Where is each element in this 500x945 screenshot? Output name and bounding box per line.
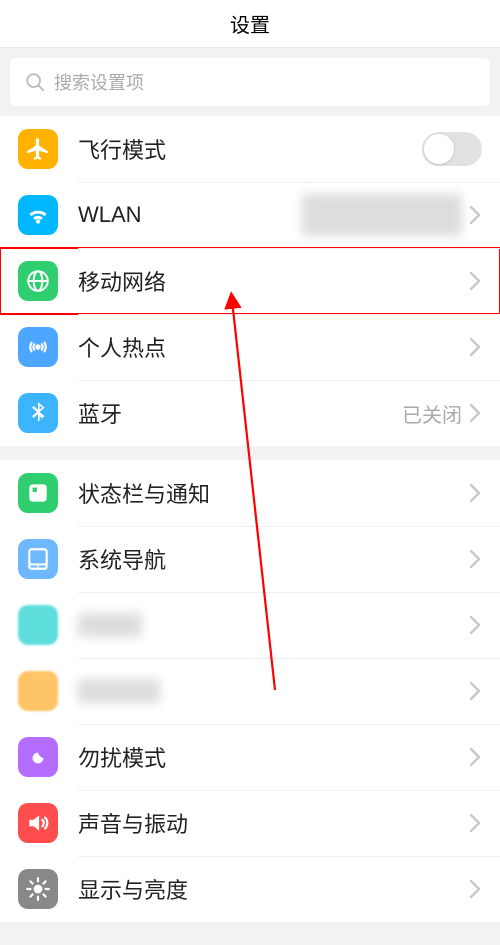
settings-row-blur2[interactable]: [0, 658, 500, 724]
bluetooth-icon: [18, 393, 58, 433]
settings-row-display[interactable]: 显示与亮度: [0, 856, 500, 922]
settings-row-hotspot[interactable]: 个人热点: [0, 314, 500, 380]
settings-row-dnd[interactable]: 勿扰模式: [0, 724, 500, 790]
row-label: 飞行模式: [78, 133, 422, 165]
settings-row-bluetooth[interactable]: 蓝牙已关闭: [0, 380, 500, 446]
row-value-blurred: [302, 194, 462, 236]
blur2-icon: [18, 671, 58, 711]
chevron-right-icon: [468, 615, 482, 635]
chevron-right-icon: [468, 549, 482, 569]
sound-icon: [18, 803, 58, 843]
row-label: [78, 613, 468, 637]
header: 设置: [0, 0, 500, 48]
settings-row-airplane[interactable]: 飞行模式: [0, 116, 500, 182]
settings-row-mobile-network[interactable]: 移动网络: [0, 248, 500, 314]
mobile-network-icon: [18, 261, 58, 301]
display-icon: [18, 869, 58, 909]
search-container: 搜索设置项: [0, 48, 500, 116]
settings-row-blur1[interactable]: [0, 592, 500, 658]
search-placeholder: 搜索设置项: [54, 69, 144, 95]
hotspot-icon: [18, 327, 58, 367]
chevron-right-icon: [468, 879, 482, 899]
row-label: [78, 679, 468, 703]
chevron-right-icon: [468, 813, 482, 833]
row-label: 移动网络: [78, 265, 468, 297]
settings-group: 状态栏与通知系统导航勿扰模式声音与振动显示与亮度: [0, 460, 500, 922]
system-nav-icon: [18, 539, 58, 579]
chevron-right-icon: [468, 337, 482, 357]
row-label: WLAN: [78, 202, 302, 228]
blur1-icon: [18, 605, 58, 645]
row-label: 蓝牙: [78, 397, 402, 429]
chevron-right-icon: [468, 403, 482, 423]
chevron-right-icon: [468, 747, 482, 767]
row-label: 个人热点: [78, 331, 468, 363]
status-bar-icon: [18, 473, 58, 513]
chevron-right-icon: [468, 271, 482, 291]
airplane-toggle[interactable]: [422, 132, 482, 166]
search-input[interactable]: 搜索设置项: [10, 58, 490, 106]
dnd-icon: [18, 737, 58, 777]
row-value: 已关闭: [402, 399, 462, 428]
wlan-icon: [18, 195, 58, 235]
row-label: 显示与亮度: [78, 873, 468, 905]
row-label: 声音与振动: [78, 807, 468, 839]
airplane-icon: [18, 129, 58, 169]
chevron-right-icon: [468, 205, 482, 225]
row-label: 系统导航: [78, 543, 468, 575]
settings-row-status-bar[interactable]: 状态栏与通知: [0, 460, 500, 526]
settings-group: 飞行模式 WLAN 移动网络个人热点蓝牙已关闭: [0, 116, 500, 446]
settings-row-system-nav[interactable]: 系统导航: [0, 526, 500, 592]
row-label: 状态栏与通知: [78, 477, 468, 509]
chevron-right-icon: [468, 483, 482, 503]
settings-row-wlan[interactable]: WLAN: [0, 182, 500, 248]
chevron-right-icon: [468, 681, 482, 701]
search-icon: [24, 71, 46, 93]
settings-row-sound[interactable]: 声音与振动: [0, 790, 500, 856]
page-title: 设置: [230, 9, 270, 38]
row-label: 勿扰模式: [78, 741, 468, 773]
